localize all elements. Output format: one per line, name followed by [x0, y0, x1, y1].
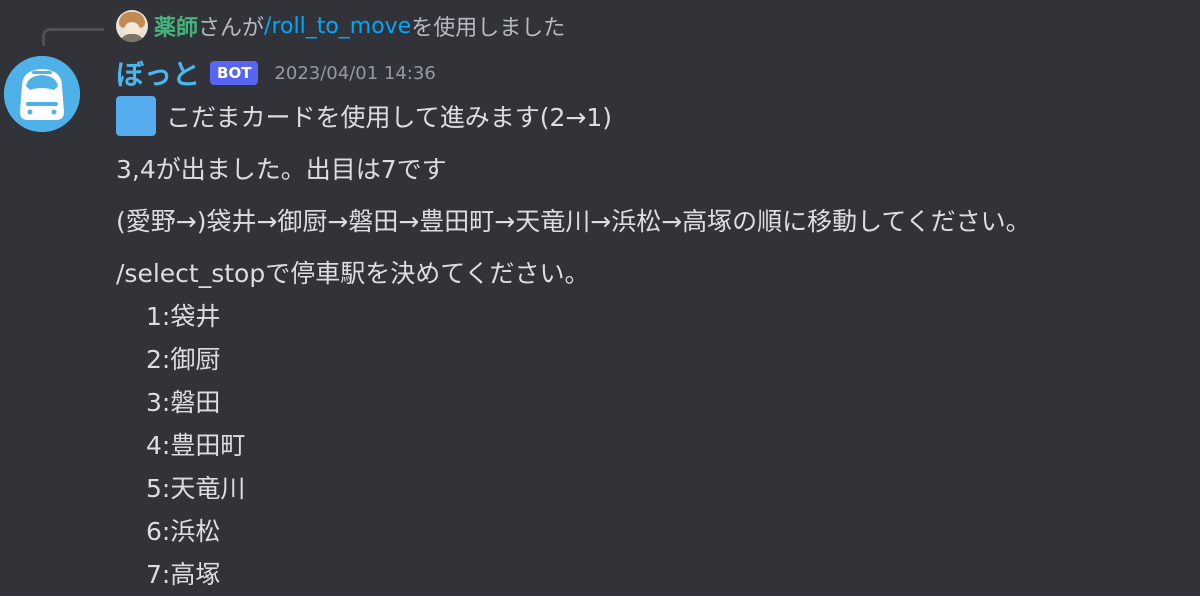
reply-text-after: を使用しました	[411, 16, 566, 41]
list-item: 4:豊田町	[146, 431, 246, 460]
list-item: 3:磐田	[146, 388, 221, 417]
list-item: 7:高塚	[146, 560, 221, 589]
bot-badge: BOT	[210, 61, 259, 85]
timestamp[interactable]: 2023/04/01 14:36	[274, 63, 435, 84]
message-line: こだまカードを使用して進みます(2→1)	[116, 96, 1031, 139]
reply-text-before: さんが	[198, 16, 265, 41]
chat-message: 薬師 さんが /roll_to_move を使用しました ぼっと BOT 202…	[0, 0, 1200, 596]
message-text: こだまカードを使用して進みます(2→1)	[166, 103, 613, 132]
message-line: /select_stopで停車駅を決めてください。	[116, 259, 590, 288]
message-line: 3,4が出ました。出目は7です	[116, 155, 447, 184]
list-item: 1:袋井	[146, 302, 221, 331]
user-avatar[interactable]	[116, 10, 148, 42]
reply-username[interactable]: 薬師	[154, 10, 198, 42]
message-header: ぼっと BOT 2023/04/01 14:36	[116, 54, 436, 92]
list-item: 5:天竜川	[146, 474, 246, 503]
username[interactable]: ぼっと	[116, 53, 200, 93]
train-icon	[4, 56, 80, 132]
blue-square-icon[interactable]	[116, 96, 156, 136]
command-name[interactable]: /roll_to_move	[264, 14, 411, 39]
list-item: 6:浜松	[146, 517, 221, 546]
stop-options-list: 1:袋井 2:御厨 3:磐田 4:豊田町 5:天竜川 6:浜松 7:高塚	[116, 295, 1031, 596]
message-content: こだまカードを使用して進みます(2→1) 3,4が出ました。出目は7です (愛野…	[116, 96, 1031, 596]
message-line: (愛野→)袋井→御厨→磐田→豊田町→天竜川→浜松→高塚の順に移動してください。	[116, 207, 1031, 236]
reply-spine	[42, 28, 104, 46]
bot-avatar[interactable]	[4, 56, 80, 132]
list-item: 2:御厨	[146, 345, 221, 374]
command-reference[interactable]: 薬師 さんが /roll_to_move を使用しました	[116, 9, 565, 43]
